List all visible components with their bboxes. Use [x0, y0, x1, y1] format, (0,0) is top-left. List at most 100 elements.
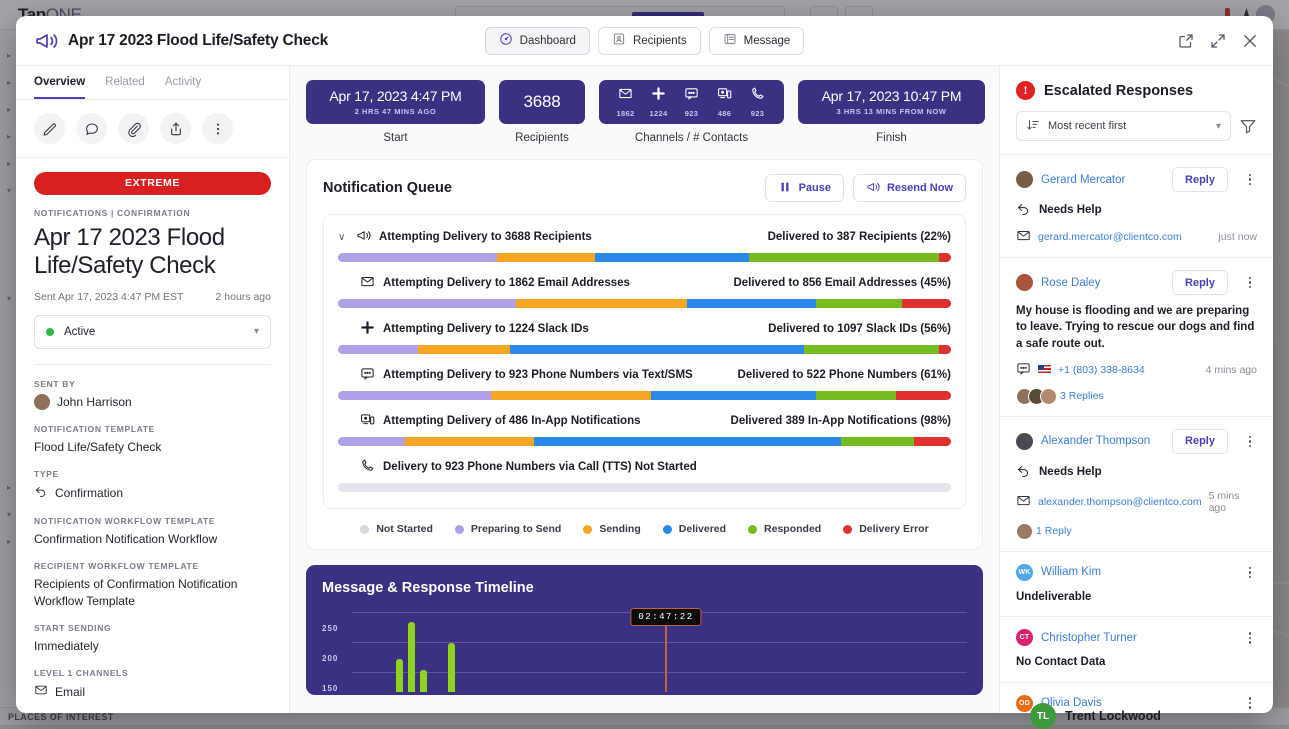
response-message: Undeliverable — [1016, 589, 1257, 605]
recipients-button[interactable]: Recipients — [598, 27, 701, 55]
reply-button[interactable]: Reply — [1172, 167, 1228, 192]
response-item[interactable]: Alexander Thompson Reply Needs Help alex… — [1000, 417, 1273, 552]
breadcrumb: NOTIFICATIONS | CONFIRMATION — [34, 208, 271, 218]
queue-row-delivered: Delivered to 1097 Slack IDs (56%) — [768, 323, 951, 335]
timeline-cursor[interactable] — [665, 624, 667, 692]
more-vertical-icon[interactable] — [1243, 632, 1257, 644]
more-vertical-icon[interactable] — [1243, 277, 1257, 289]
sort-desc-icon — [1026, 118, 1040, 135]
legend-delivery-error: Delivery Error — [843, 523, 928, 535]
sort-dropdown[interactable]: Most recent first ▾ — [1016, 111, 1231, 141]
modal-titlebar: Apr 17 2023 Flood Life/Safety Check Dash… — [16, 16, 1273, 66]
status-label: Active — [64, 326, 95, 338]
resend-now-button[interactable]: Resend Now — [853, 174, 966, 202]
close-icon[interactable] — [1241, 32, 1259, 50]
queue-row-in-app: Attempting Delivery of 486 In-App Notifi… — [338, 412, 951, 446]
response-author[interactable]: Rose Daley — [1041, 277, 1100, 289]
status-dropdown[interactable]: Active ▾ — [34, 315, 271, 349]
stat-start-sub: 2 HRS 47 MINS AGO — [355, 107, 437, 116]
reply-button[interactable]: Reply — [1172, 270, 1228, 295]
avatar — [1016, 171, 1033, 188]
meta-field-notification-template: NOTIFICATION TEMPLATE Flood Life/Safety … — [34, 424, 271, 455]
reply-button[interactable]: Reply — [1172, 429, 1228, 454]
channel-slack: 1224 — [642, 86, 675, 118]
response-item[interactable]: Gerard Mercator Reply Needs Help gerard.… — [1000, 155, 1273, 258]
queue-row-label: Delivery to 923 Phone Numbers via Call (… — [383, 461, 697, 473]
gridline — [352, 672, 967, 673]
slack-icon — [651, 86, 666, 106]
avatar: CT — [1016, 629, 1033, 646]
gauge-icon — [499, 32, 513, 49]
response-author[interactable]: Alexander Thompson — [1041, 435, 1150, 447]
tab-overview[interactable]: Overview — [34, 76, 85, 99]
channel-email: 1862 — [609, 86, 642, 118]
share-icon[interactable] — [160, 113, 191, 144]
attachment-icon[interactable] — [118, 113, 149, 144]
tab-activity[interactable]: Activity — [165, 76, 201, 99]
pause-button[interactable]: Pause — [765, 174, 844, 202]
email-icon — [1016, 493, 1031, 511]
sent-relative: 2 hours ago — [216, 291, 271, 303]
segment-sending — [497, 253, 595, 262]
reply-avatars — [1016, 523, 1028, 540]
queue-row-phone-call: Delivery to 923 Phone Numbers via Call (… — [338, 458, 951, 492]
modal-window-controls — [1177, 32, 1259, 50]
avatar — [1016, 433, 1033, 450]
meta-field-type: TYPE Confirmation — [34, 469, 271, 502]
message-button[interactable]: Message — [709, 27, 805, 55]
avatar — [34, 394, 50, 410]
more-vertical-icon[interactable] — [1243, 697, 1257, 709]
segment-responded — [804, 345, 939, 354]
response-author[interactable]: Christopher Turner — [1041, 632, 1137, 644]
open-in-new-icon[interactable] — [1177, 32, 1195, 50]
segment-preparing — [338, 253, 497, 262]
segment-preparing — [338, 437, 405, 446]
phone-icon — [360, 458, 375, 476]
response-time: 4 mins ago — [1206, 364, 1257, 376]
stat-recipients-caption: Recipients — [515, 132, 569, 144]
megaphone-icon — [866, 180, 880, 197]
channel-phone: 923 — [741, 86, 774, 118]
response-replies-count[interactable]: 1 Reply — [1036, 525, 1072, 537]
alert-circle-icon: ! — [1016, 81, 1035, 100]
response-contact[interactable]: alexander.thompson@clientco.com — [1038, 496, 1202, 508]
meta-value-notification-workflow-template: Confirmation Notification Workflow — [34, 531, 271, 547]
more-vertical-icon[interactable] — [202, 113, 233, 144]
meta-value-level-1-channels: Email — [55, 684, 85, 700]
tab-related[interactable]: Related — [105, 76, 145, 99]
message-response-timeline-card: Message & Response Timeline 250 200 150 … — [306, 565, 983, 695]
queue-progress-bar — [338, 253, 951, 262]
filter-icon[interactable] — [1239, 117, 1257, 135]
legend-sending: Sending — [583, 523, 640, 535]
comment-icon[interactable] — [76, 113, 107, 144]
chevron-down-icon[interactable]: ∨ — [338, 232, 348, 243]
more-vertical-icon[interactable] — [1243, 436, 1257, 448]
segment-not-started — [338, 483, 951, 492]
expand-icon[interactable] — [1209, 32, 1227, 50]
gridline — [352, 642, 967, 643]
reply-avatars — [1016, 388, 1052, 405]
more-vertical-icon[interactable] — [1243, 174, 1257, 186]
record-metadata: SENT BY John Harrison NOTIFICATION TEMPL… — [34, 364, 271, 702]
dashboard-button[interactable]: Dashboard — [485, 27, 590, 55]
queue-progress-bar — [338, 391, 951, 400]
edit-pencil-icon[interactable] — [34, 113, 65, 144]
queue-row-label: Attempting Delivery to 3688 Recipients — [379, 231, 592, 243]
response-item[interactable]: CT Christopher Turner No Contact Data — [1000, 617, 1273, 682]
response-contact[interactable]: gerard.mercator@clientco.com — [1038, 231, 1182, 243]
avatar: TL — [1030, 703, 1056, 729]
queue-row-email: Attempting Delivery to 1862 Email Addres… — [338, 274, 951, 308]
sent-timestamp: Sent Apr 17, 2023 4:47 PM EST — [34, 291, 183, 303]
response-time: 5 mins ago — [1209, 490, 1257, 514]
response-item[interactable]: WK William Kim Undeliverable — [1000, 552, 1273, 617]
response-replies-count[interactable]: 3 Replies — [1060, 390, 1104, 402]
response-item[interactable]: Rose Daley Reply My house is flooding an… — [1000, 258, 1273, 417]
more-vertical-icon[interactable] — [1243, 567, 1257, 579]
response-contact[interactable]: +1 (803) 338-8634 — [1058, 364, 1145, 376]
response-author[interactable]: William Kim — [1041, 566, 1101, 578]
overlay-user-chip[interactable]: TL Trent Lockwood — [1030, 703, 1161, 729]
response-author[interactable]: Gerard Mercator — [1041, 174, 1125, 186]
legend-not-started: Not Started — [360, 523, 433, 535]
queue-legend: Not Started Preparing to Send Sending De… — [323, 523, 966, 535]
channel-email-count: 1862 — [617, 109, 635, 118]
